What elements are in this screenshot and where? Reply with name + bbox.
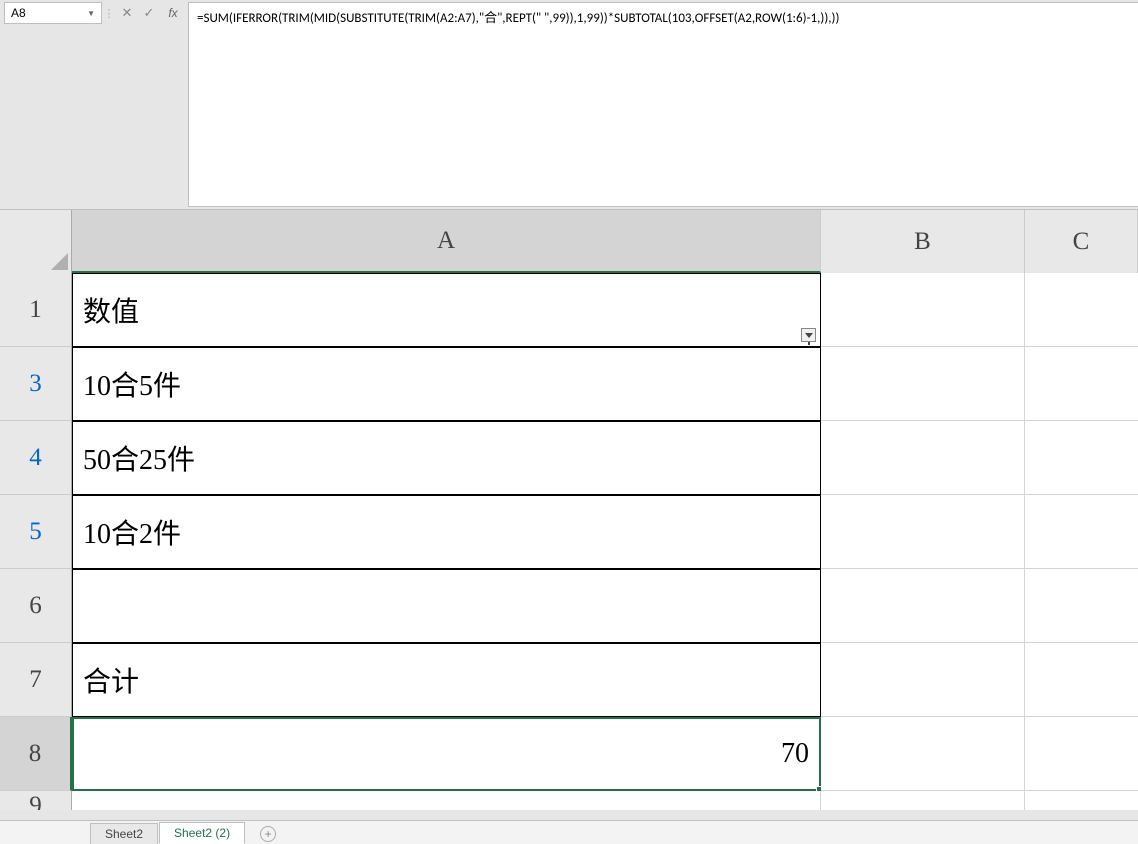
formula-input[interactable]: =SUM(IFERROR(TRIM(MID(SUBSTITUTE(TRIM(A2… (188, 2, 1138, 207)
cell-C3[interactable] (1025, 347, 1138, 421)
row-header-7[interactable]: 7 (0, 643, 72, 717)
rows-container: 1 数值 3 10合5件 4 50合25件 5 10合2件 (0, 273, 1138, 810)
row-header-4[interactable]: 4 (0, 421, 72, 495)
cell-C9[interactable] (1025, 791, 1138, 810)
row-1: 1 数值 (0, 273, 1138, 347)
formula-text: =SUM(IFERROR(TRIM(MID(SUBSTITUTE(TRIM(A2… (197, 11, 839, 26)
sheet-tab-1[interactable]: Sheet2 (90, 823, 158, 844)
cell-A3[interactable]: 10合5件 (72, 347, 821, 421)
plus-icon: + (260, 826, 276, 842)
row-header-1[interactable]: 1 (0, 273, 72, 347)
fx-button[interactable]: fx (162, 2, 184, 24)
new-sheet-button[interactable]: + (256, 824, 280, 844)
column-headers: A B C (0, 210, 1138, 273)
row-7: 7 合计 (0, 643, 1138, 717)
cancel-button[interactable]: ✕ (116, 2, 138, 24)
sheet-tab-2[interactable]: Sheet2 (2) (159, 822, 245, 844)
col-header-B[interactable]: B (821, 210, 1025, 273)
row-header-3[interactable]: 3 (0, 347, 72, 421)
cell-B5[interactable] (821, 495, 1025, 569)
cell-B4[interactable] (821, 421, 1025, 495)
filter-icon[interactable] (801, 328, 816, 342)
cell-B7[interactable] (821, 643, 1025, 717)
cell-B9[interactable] (821, 791, 1025, 810)
row-5: 5 10合2件 (0, 495, 1138, 569)
row-4: 4 50合25件 (0, 421, 1138, 495)
cell-B6[interactable] (821, 569, 1025, 643)
row-9: 9 (0, 791, 1138, 810)
select-all-corner[interactable] (0, 210, 72, 273)
row-3: 3 10合5件 (0, 347, 1138, 421)
cell-A6[interactable] (72, 569, 821, 643)
separator: ⋮ (104, 2, 114, 24)
enter-button[interactable]: ✓ (138, 2, 160, 24)
cell-B3[interactable] (821, 347, 1025, 421)
cell-A8[interactable]: 70 (72, 717, 821, 791)
cell-C5[interactable] (1025, 495, 1138, 569)
cell-A1[interactable]: 数值 (72, 273, 821, 347)
col-header-A[interactable]: A (72, 210, 821, 273)
cell-A7[interactable]: 合计 (72, 643, 821, 717)
formula-bar-area: A8 ▼ ⋮ ✕ ✓ fx =SUM(IFERROR(TRIM(MID(SUBS… (0, 0, 1138, 210)
row-header-5[interactable]: 5 (0, 495, 72, 569)
row-header-9[interactable]: 9 (0, 791, 72, 810)
cell-C6[interactable] (1025, 569, 1138, 643)
select-all-triangle-icon (51, 253, 68, 270)
cell-B1[interactable] (821, 273, 1025, 347)
cell-A5[interactable]: 10合2件 (72, 495, 821, 569)
row-header-6[interactable]: 6 (0, 569, 72, 643)
cell-C4[interactable] (1025, 421, 1138, 495)
cell-A9[interactable] (72, 791, 821, 810)
cell-B8[interactable] (821, 717, 1025, 791)
cell-C1[interactable] (1025, 273, 1138, 347)
col-header-C[interactable]: C (1025, 210, 1138, 273)
name-box-dropdown-icon[interactable]: ▼ (87, 9, 95, 18)
funnel-icon (805, 333, 813, 338)
spreadsheet-grid: A B C 1 数值 3 10合5件 4 50合25件 (0, 210, 1138, 810)
name-box[interactable]: A8 ▼ (4, 2, 102, 24)
row-header-8[interactable]: 8 (0, 717, 72, 791)
name-box-value: A8 (11, 6, 26, 20)
cell-A4[interactable]: 50合25件 (72, 421, 821, 495)
cell-C8[interactable] (1025, 717, 1138, 791)
row-8: 8 70 (0, 717, 1138, 791)
sheet-tabs-bar: Sheet2 Sheet2 (2) + (0, 820, 1138, 844)
row-6: 6 (0, 569, 1138, 643)
cell-C7[interactable] (1025, 643, 1138, 717)
